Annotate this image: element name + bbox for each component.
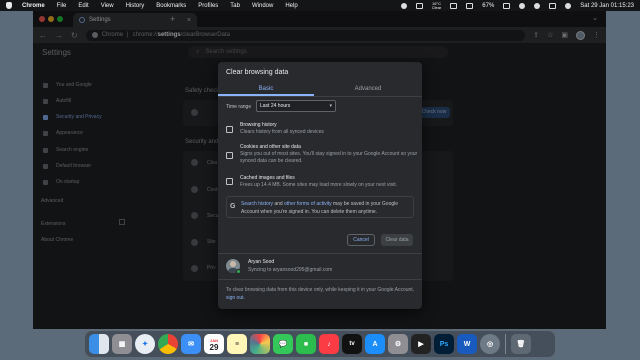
mail-icon[interactable]: ✉ <box>181 334 201 354</box>
menu-bookmarks[interactable]: Bookmarks <box>156 3 186 9</box>
menu-tab[interactable]: Tab <box>230 3 240 9</box>
sign-out-note: To clear browsing data from this device … <box>226 286 416 302</box>
siri-icon[interactable] <box>565 2 572 9</box>
weather-desc: Clear <box>431 4 442 10</box>
google-g-icon: G <box>230 203 236 210</box>
cached-images-title: Cached images and files <box>240 175 295 181</box>
menu-view[interactable]: View <box>101 3 114 9</box>
menu-file[interactable]: File <box>57 3 67 9</box>
app-store-icon[interactable]: A <box>365 334 385 354</box>
window-icon[interactable] <box>415 2 423 9</box>
final-cut-icon[interactable]: ▶ <box>411 334 431 354</box>
other-activity-link[interactable]: other forms of activity <box>284 201 332 207</box>
clipboard-icon[interactable] <box>450 2 458 9</box>
browsing-history-checkbox[interactable] <box>226 126 233 133</box>
weather-widget[interactable]: 16°C Clear <box>431 1 442 10</box>
clock[interactable]: Sat 29 Jan 01:15:23 <box>580 3 634 9</box>
sign-out-link[interactable]: sign out. <box>226 295 245 301</box>
spotlight-icon[interactable] <box>534 2 541 9</box>
chrome-icon[interactable] <box>158 334 178 354</box>
tab-advanced[interactable]: Advanced <box>320 83 416 95</box>
facetime-icon[interactable]: ■ <box>296 334 316 354</box>
trash-icon[interactable]: 🗑 <box>511 334 531 354</box>
finder-icon[interactable] <box>89 334 109 354</box>
menu-help[interactable]: Help <box>285 3 297 9</box>
browsing-history-desc: Clears history from all synced devices <box>240 129 324 135</box>
photoshop-icon[interactable]: Ps <box>434 334 454 354</box>
launchpad-icon[interactable]: ▦ <box>112 334 132 354</box>
sync-status-icon <box>236 269 241 274</box>
battery-icon[interactable] <box>503 2 511 9</box>
macos-dock: ▦ ✦ ✉ JAN 29 ≡ 💬 ■ ♪ tv A ⚙ ▶ Ps W ◎ 🗑 <box>84 330 556 358</box>
menu-app-name[interactable]: Chrome <box>22 3 45 9</box>
system-settings-icon[interactable]: ⚙ <box>388 334 408 354</box>
time-range-select[interactable]: Last 24 hours ▾ <box>256 100 336 112</box>
display-icon[interactable] <box>466 2 474 9</box>
apple-tv-icon[interactable]: tv <box>342 334 362 354</box>
battery-percent: 67% <box>482 2 495 9</box>
cancel-button[interactable]: Cancel <box>347 234 375 246</box>
dialog-title: Clear browsing data <box>226 69 289 76</box>
sign-out-note-text: To clear browsing data from this device … <box>226 287 415 293</box>
time-range-label: Time range <box>226 104 252 110</box>
note-connector: and <box>272 201 285 207</box>
menu-bar-status: 16°C Clear 67% Sat 29 Jan 01:15:23 <box>400 1 634 10</box>
photos-icon[interactable] <box>250 334 270 354</box>
cached-images-checkbox[interactable] <box>226 178 233 185</box>
safari-icon[interactable]: ✦ <box>135 334 155 354</box>
cookies-checkbox[interactable] <box>226 152 233 159</box>
screenshot-icon[interactable]: ◎ <box>480 334 500 354</box>
divider <box>218 279 422 280</box>
menu-edit[interactable]: Edit <box>78 3 88 9</box>
time-range-value: Last 24 hours <box>260 103 291 109</box>
cookies-title: Cookies and other site data <box>240 144 301 150</box>
word-icon[interactable]: W <box>457 334 477 354</box>
music-icon[interactable]: ♪ <box>319 334 339 354</box>
profile-name: Aryan Sood <box>248 259 275 265</box>
menu-profiles[interactable]: Profiles <box>198 3 218 9</box>
divider <box>218 253 422 254</box>
calendar-icon[interactable]: JAN 29 <box>204 334 224 354</box>
menu-window[interactable]: Window <box>252 3 273 9</box>
cookies-desc: Signs you out of most sites. You'll stay… <box>240 151 418 164</box>
messages-icon[interactable]: 💬 <box>273 334 293 354</box>
profile-sync-status: Syncing to aryansood295@gmail.com <box>248 267 333 273</box>
tab-divider <box>218 96 422 97</box>
clear-data-button[interactable]: Clear data <box>381 234 413 246</box>
apple-logo-icon[interactable] <box>6 2 12 9</box>
calendar-day: 29 <box>209 343 219 352</box>
cached-images-desc: Frees up 14.4 MB. Some sites may load mo… <box>240 182 398 188</box>
control-center-icon[interactable] <box>549 2 557 9</box>
macos-menu-bar: Chrome File Edit View History Bookmarks … <box>0 0 640 11</box>
browsing-history-title: Browsing history <box>240 122 277 128</box>
notes-icon[interactable]: ≡ <box>227 334 247 354</box>
dock-divider <box>505 334 506 354</box>
wifi-icon[interactable] <box>519 2 526 9</box>
search-history-link[interactable]: Search history <box>241 201 273 207</box>
clear-browsing-data-dialog: Clear browsing data Basic Advanced Time … <box>218 62 422 309</box>
chevron-down-icon: ▾ <box>329 103 332 109</box>
menu-history[interactable]: History <box>126 3 145 9</box>
google-note-text: Search history and other forms of activi… <box>241 200 413 216</box>
avatar-head <box>230 261 236 267</box>
record-icon[interactable] <box>400 2 407 9</box>
